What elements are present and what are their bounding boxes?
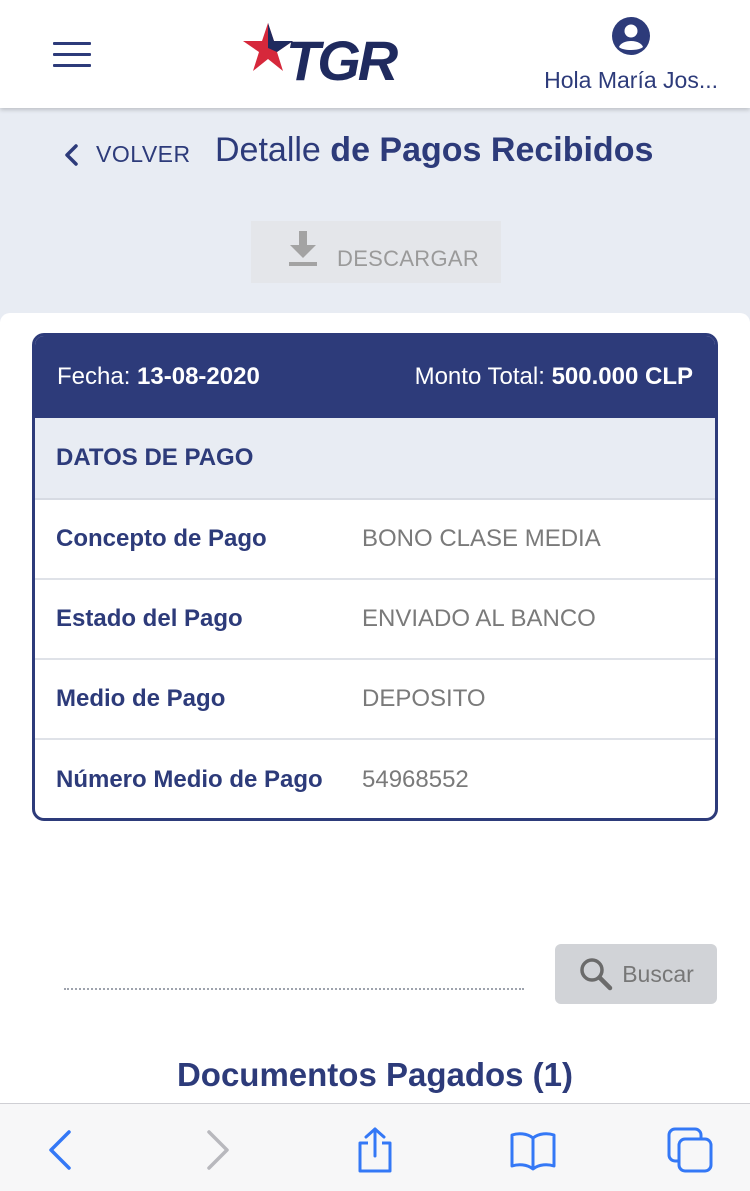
download-button[interactable]: DESCARGAR <box>251 221 501 283</box>
back-label: VOLVER <box>96 141 191 167</box>
forward-arrow-icon <box>207 1130 229 1170</box>
chevron-left-icon <box>65 143 78 166</box>
row-value: ENVIADO AL BANCO <box>362 605 596 632</box>
row-label: Estado del Pago <box>56 605 243 632</box>
browser-toolbar <box>0 1103 750 1191</box>
section-title: DATOS DE PAGO <box>35 418 715 500</box>
total-value: 500.000 CLP <box>551 363 693 390</box>
back-button[interactable]: VOLVER <box>62 141 191 168</box>
documents-title: Documentos Pagados (1) <box>176 1056 574 1093</box>
tabs-icon[interactable] <box>666 1126 714 1174</box>
table-row: Estado del Pago ENVIADO AL BANCO <box>35 580 715 660</box>
bookmarks-icon[interactable] <box>509 1126 557 1174</box>
user-avatar-icon <box>612 17 651 55</box>
page-title-bold: de Pagos Recibidos <box>330 131 654 169</box>
search-input[interactable] <box>64 988 524 990</box>
search-icon <box>580 958 613 991</box>
search-button-label: Buscar <box>622 960 694 987</box>
row-value: DEPOSITO <box>362 685 486 712</box>
back-arrow-icon[interactable] <box>37 1126 85 1174</box>
payment-total: Monto Total: 500.000 CLP <box>415 363 693 391</box>
card-header: Fecha: 13-08-2020 Monto Total: 500.000 C… <box>35 336 715 418</box>
search-button[interactable]: Buscar <box>555 944 717 1004</box>
row-label: Concepto de Pago <box>56 525 267 552</box>
payment-date: Fecha: 13-08-2020 <box>57 363 260 391</box>
total-label: Monto Total: <box>414 363 545 390</box>
download-icon <box>289 231 317 266</box>
date-value: 13-08-2020 <box>137 363 260 390</box>
tgr-logo[interactable]: TGR <box>242 22 412 92</box>
table-row: Concepto de Pago BONO CLASE MEDIA <box>35 500 715 580</box>
logo-text: TGR <box>286 29 398 92</box>
user-greeting: Hola María Jos... <box>544 67 718 93</box>
share-icon[interactable] <box>351 1126 399 1174</box>
app-header: TGR Hola María Jos... <box>0 0 750 108</box>
download-label: DESCARGAR <box>337 246 480 271</box>
menu-icon[interactable] <box>53 42 91 68</box>
row-value: 54968552 <box>362 766 469 793</box>
row-label: Número Medio de Pago <box>56 766 323 793</box>
row-label: Medio de Pago <box>56 685 226 712</box>
user-menu[interactable]: Hola María Jos... <box>544 16 718 94</box>
date-label: Fecha: <box>57 363 131 390</box>
page-title: Detalle de Pagos Recibidos <box>215 131 653 170</box>
table-row: Número Medio de Pago 54968552 <box>35 740 715 818</box>
table-row: Medio de Pago DEPOSITO <box>35 660 715 740</box>
row-value: BONO CLASE MEDIA <box>362 525 601 552</box>
payment-detail-card: Fecha: 13-08-2020 Monto Total: 500.000 C… <box>32 333 718 821</box>
page-title-light: Detalle <box>215 131 321 169</box>
